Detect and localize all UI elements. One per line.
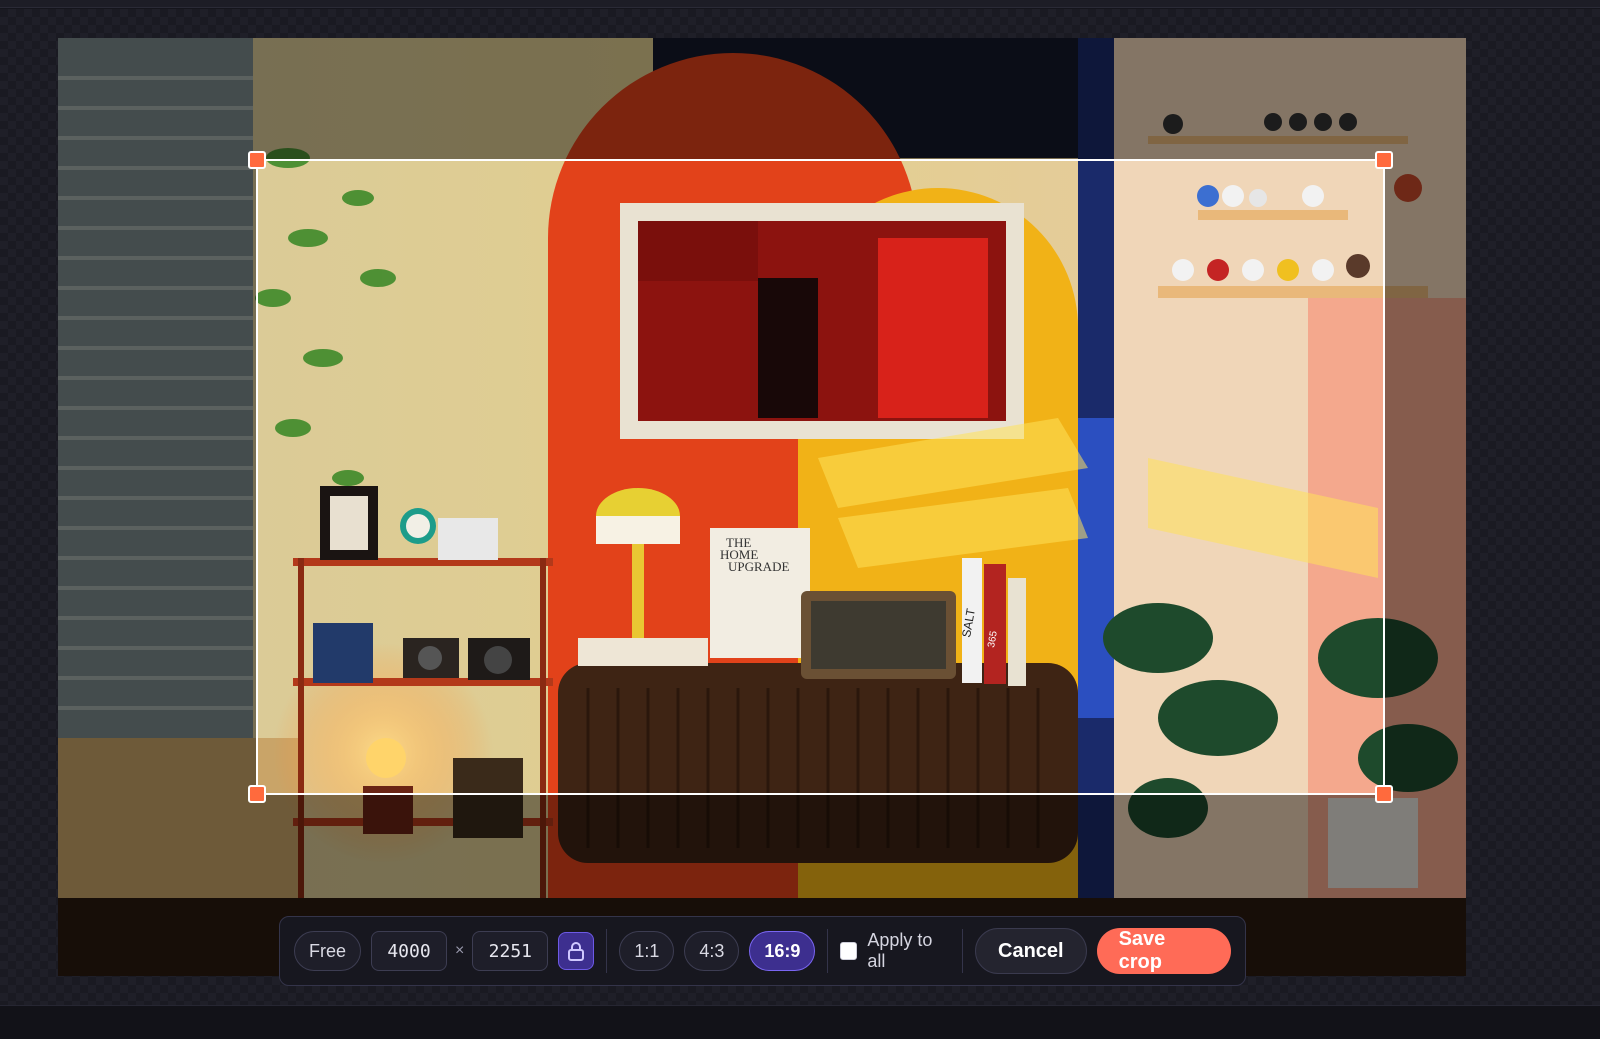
ratio-button-1-1[interactable]: 1:1 bbox=[619, 931, 675, 971]
lock-icon bbox=[568, 942, 585, 961]
ratio-button-16-9[interactable]: 16:9 bbox=[749, 931, 816, 971]
times-symbol: × bbox=[455, 942, 465, 959]
top-strip bbox=[0, 0, 1600, 8]
aspect-lock-button[interactable] bbox=[558, 932, 595, 970]
toolbar-divider bbox=[962, 929, 963, 973]
crop-handle-bottom-right[interactable] bbox=[1375, 785, 1393, 803]
crop-toolbar: Free × 1:1 4:3 16:9 Apply to all Cancel … bbox=[279, 916, 1246, 986]
apply-to-all-label: Apply to all bbox=[867, 930, 933, 971]
apply-to-all-checkbox[interactable] bbox=[840, 942, 858, 960]
crop-frame[interactable] bbox=[248, 151, 1393, 803]
toolbar-divider bbox=[606, 929, 608, 973]
crop-handle-top-right[interactable] bbox=[1375, 151, 1393, 169]
free-ratio-button[interactable]: Free bbox=[294, 931, 362, 971]
crop-height-input[interactable] bbox=[472, 931, 549, 971]
crop-dim-top bbox=[58, 38, 1466, 159]
apply-to-all-toggle[interactable]: Apply to all bbox=[840, 930, 950, 972]
ratio-button-4-3[interactable]: 4:3 bbox=[684, 931, 740, 971]
bottom-strip bbox=[0, 1005, 1600, 1039]
toolbar-divider bbox=[827, 929, 829, 973]
save-crop-button[interactable]: Save crop bbox=[1096, 928, 1231, 974]
crop-handle-top-left[interactable] bbox=[248, 151, 266, 169]
crop-dim-left bbox=[58, 159, 256, 795]
crop-width-input[interactable] bbox=[371, 931, 448, 971]
cancel-button[interactable]: Cancel bbox=[975, 928, 1087, 974]
crop-dim-right bbox=[1385, 159, 1466, 795]
crop-handle-bottom-left[interactable] bbox=[248, 785, 266, 803]
